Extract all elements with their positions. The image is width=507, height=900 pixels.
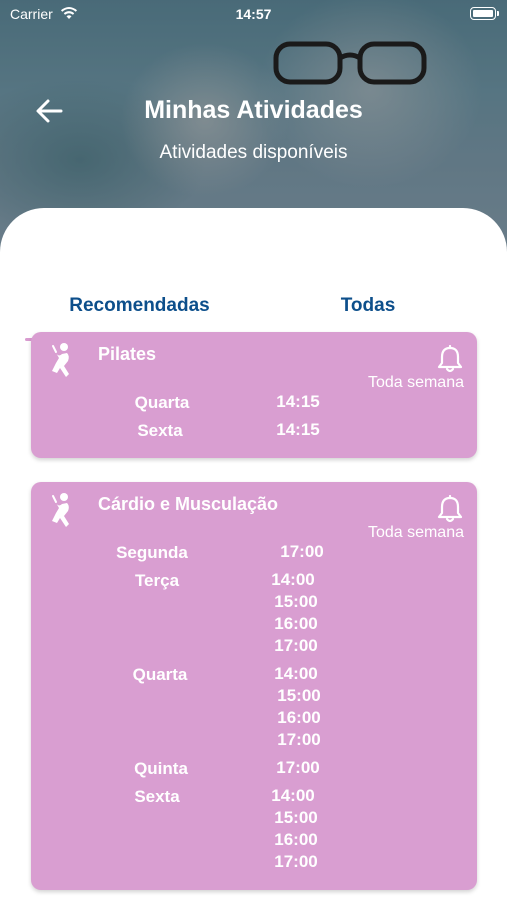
- runner-icon: [52, 493, 69, 527]
- schedule-day: Quinta: [134, 759, 188, 778]
- schedule-day: Segunda: [116, 543, 188, 562]
- activity-frequency: Toda semana: [367, 374, 464, 391]
- schedule-time: 15:00: [274, 808, 318, 827]
- schedule-time: 14:00: [274, 664, 318, 683]
- schedule-time: 17:00: [274, 636, 318, 655]
- status-time: 14:57: [235, 6, 272, 22]
- schedule-time: 17:00: [274, 852, 318, 871]
- status-bar: Carrier 14:57: [0, 0, 507, 30]
- schedule-time: 14:00: [271, 786, 315, 805]
- schedule-time: 16:00: [274, 830, 318, 849]
- schedule-day: Quarta: [132, 665, 188, 684]
- schedule-day: Sexta: [137, 421, 183, 440]
- schedule-day: Sexta: [134, 787, 180, 806]
- schedule-time: 14:15: [276, 420, 320, 439]
- photo-glasses-shape: [273, 41, 427, 85]
- activity-title: Pilates: [98, 344, 157, 364]
- battery-icon: [470, 7, 499, 20]
- page-subtitle: Atividades disponíveis: [159, 142, 348, 163]
- tab-label: Recomendadas: [69, 295, 210, 316]
- tab-todas[interactable]: Todas: [254, 248, 482, 316]
- schedule-time: 15:00: [274, 592, 318, 611]
- content-sheet: Recomendadas Todas Pilates Toda semana Q…: [0, 208, 507, 900]
- activity-title: Cárdio e Musculação: [98, 494, 279, 514]
- schedule-time: 17:00: [276, 758, 320, 777]
- schedule-time: 14:00: [271, 570, 315, 589]
- activity-card-pilates[interactable]: Pilates Toda semana Quarta 14:15 Sexta 1…: [31, 332, 477, 458]
- bell-icon[interactable]: [437, 495, 463, 523]
- schedule-time: 15:00: [277, 686, 321, 705]
- activity-frequency: Toda semana: [367, 524, 464, 541]
- runner-icon: [52, 343, 69, 377]
- activity-card-cardio-musculacao[interactable]: Cárdio e Musculação Toda semana Segunda …: [31, 482, 477, 890]
- tab-bar: Recomendadas Todas: [25, 248, 482, 341]
- page-title: Minhas Atividades: [144, 96, 363, 124]
- schedule-day: Quarta: [134, 393, 190, 412]
- bell-icon[interactable]: [437, 345, 463, 373]
- schedule-time: 17:00: [277, 730, 321, 749]
- tab-label: Todas: [340, 295, 396, 316]
- schedule-time: 17:00: [280, 542, 324, 561]
- tab-recomendadas[interactable]: Recomendadas: [25, 248, 254, 316]
- schedule-time: 14:15: [276, 392, 320, 411]
- schedule-time: 16:00: [277, 708, 321, 727]
- schedule-day: Terça: [134, 571, 180, 590]
- schedule-time: 16:00: [274, 614, 318, 633]
